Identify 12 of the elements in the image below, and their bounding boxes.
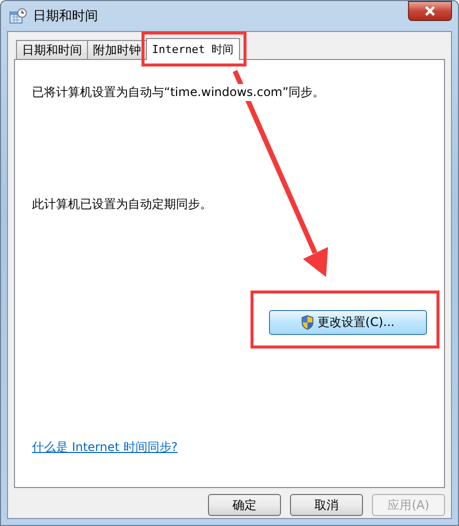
change-settings-button[interactable]: 更改设置(C)... xyxy=(269,310,427,335)
window-title: 日期和时间 xyxy=(33,8,99,25)
cancel-button[interactable]: 取消 xyxy=(290,494,363,516)
calendar-clock-icon xyxy=(9,8,27,24)
shield-icon xyxy=(301,315,314,330)
tab[interactable]: 附加时钟 xyxy=(87,40,147,59)
close-button[interactable] xyxy=(408,1,452,21)
tab[interactable]: 日期和时间 xyxy=(16,40,88,59)
close-icon xyxy=(424,6,436,16)
ok-button[interactable]: 确定 xyxy=(208,494,281,516)
tab[interactable]: Internet 时间 xyxy=(146,38,240,60)
help-link[interactable]: 什么是 Internet 时间同步? xyxy=(32,439,178,456)
